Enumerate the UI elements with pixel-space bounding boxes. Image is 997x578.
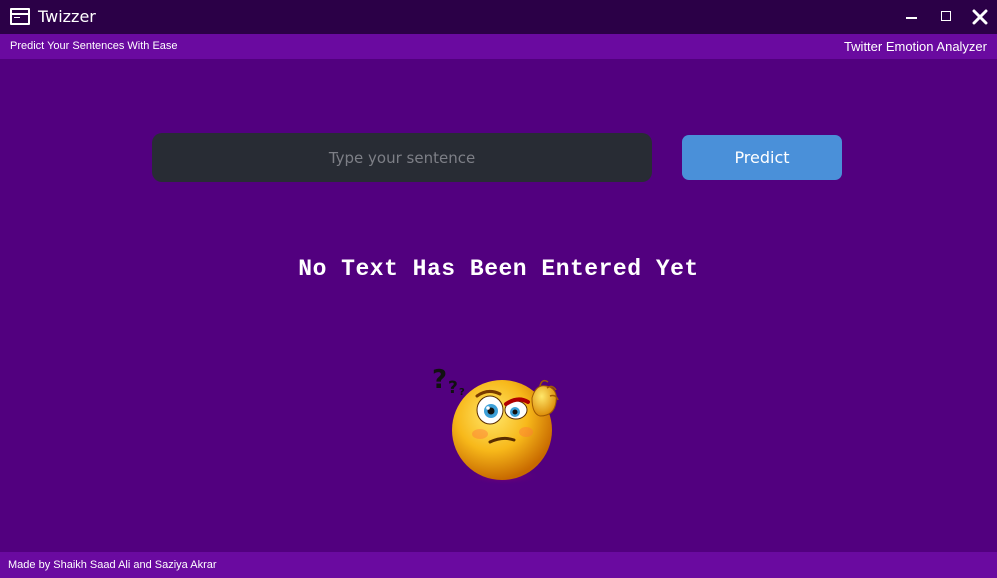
close-icon	[972, 9, 988, 25]
app-name: Twitter Emotion Analyzer	[843, 39, 987, 54]
terminal-window-icon	[10, 8, 30, 25]
credits-text: Made by Shaikh Saad Ali and Saziya Akrar	[8, 559, 217, 571]
footer-bar: Made by Shaikh Saad Ali and Saziya Akrar	[0, 552, 997, 578]
svg-text:?: ?	[432, 365, 447, 395]
confused-thinking-emoji: ? ? ?	[428, 358, 578, 488]
result-message: No Text Has Been Entered Yet	[298, 256, 699, 282]
predict-button[interactable]: Predict	[682, 135, 842, 180]
svg-text:?: ?	[448, 378, 458, 398]
maximize-button[interactable]	[929, 0, 963, 34]
tagline: Predict Your Sentences With Ease	[10, 40, 178, 52]
minimize-button[interactable]	[894, 0, 928, 34]
title-bar: Twizzer	[0, 0, 997, 34]
svg-text:?: ?	[459, 387, 465, 398]
app-window: Twizzer Predict Your Sentences With Ease…	[0, 0, 997, 578]
close-button[interactable]	[963, 0, 997, 34]
header-bar: Predict Your Sentences With Ease Twitter…	[0, 34, 997, 59]
sentence-input[interactable]	[152, 133, 652, 182]
window-title: Twizzer	[38, 7, 96, 26]
